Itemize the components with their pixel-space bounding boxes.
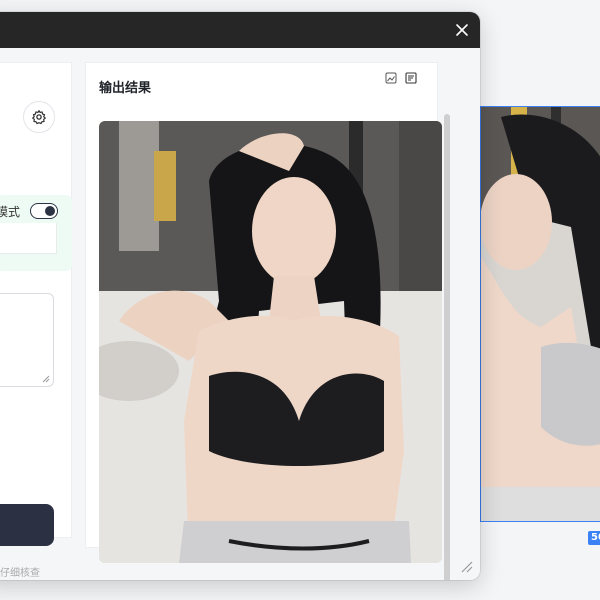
toggle-knob — [45, 205, 55, 216]
generate-button[interactable] — [0, 504, 54, 546]
gear-icon — [32, 110, 46, 125]
canvas-photo — [481, 107, 600, 521]
prompt-textarea[interactable] — [0, 293, 54, 387]
hint-text: 仔细核查 — [0, 568, 40, 579]
modal-body: 模式 仔细核查 输出结果 — [0, 48, 480, 580]
output-photo — [99, 121, 442, 563]
mode-option-area — [0, 223, 57, 254]
document-icon — [405, 72, 417, 84]
image-icon — [385, 72, 397, 84]
output-image[interactable] — [99, 121, 442, 563]
text-tool-button[interactable] — [402, 69, 420, 87]
mode-section: 模式 — [0, 195, 72, 271]
close-button[interactable] — [452, 20, 472, 40]
scrollbar-thumb[interactable] — [444, 114, 450, 580]
output-panel: 输出结果 — [85, 62, 442, 563]
modal-resize-grip-icon[interactable] — [458, 558, 474, 574]
mode-label: 模式 — [0, 205, 21, 219]
modal-header — [0, 12, 480, 48]
output-modal: 模式 仔细核查 输出结果 — [0, 12, 480, 580]
canvas-size-badge: 50 — [588, 531, 600, 545]
settings-panel: 模式 仔细核查 — [0, 62, 72, 579]
close-icon — [456, 24, 468, 36]
output-title: 输出结果 — [99, 81, 152, 96]
mode-toggle[interactable] — [30, 203, 58, 219]
canvas-selected-image[interactable] — [480, 106, 600, 522]
settings-button[interactable] — [23, 101, 55, 133]
output-scrollbar[interactable] — [444, 114, 450, 580]
image-tool-button[interactable] — [382, 69, 400, 87]
resize-grip-icon — [42, 375, 50, 383]
